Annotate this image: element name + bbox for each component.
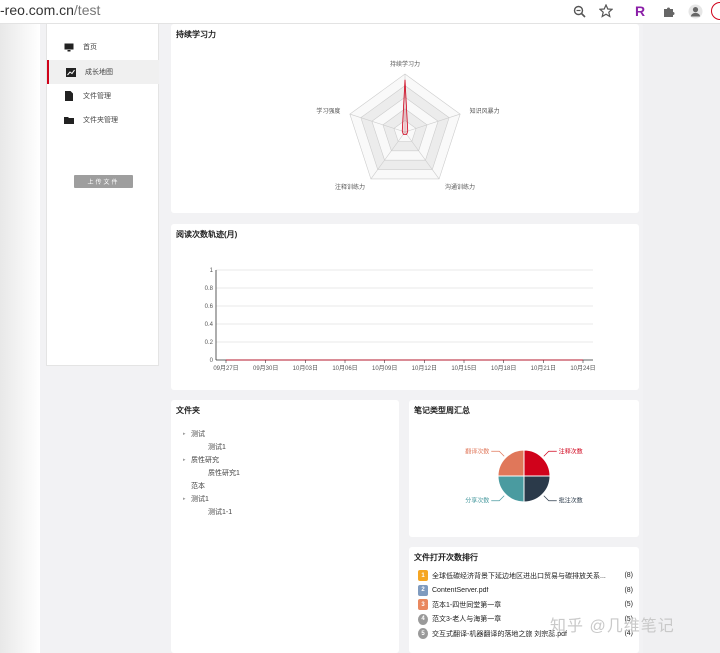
open-count: (5)	[624, 601, 633, 608]
folder-icon	[64, 116, 74, 125]
expand-caret-icon[interactable]: ▸	[183, 457, 191, 463]
sidebar-item-folder-management[interactable]: 文件夹管理	[47, 108, 159, 132]
x-tick-label: 09月27日	[213, 365, 238, 372]
ranking-row[interactable]: 2 ContentServer.pdf (8)	[418, 583, 633, 598]
expand-caret-icon[interactable]: ▸	[183, 496, 191, 502]
folder-label: 测试1-1	[208, 509, 233, 516]
x-tick-label: 10月15日	[451, 365, 476, 372]
extension-r-icon[interactable]: R	[631, 2, 649, 20]
page-shadow	[0, 24, 40, 653]
radar-axis-label: 知识风暴力	[470, 107, 500, 115]
sidebar-item-label: 首页	[83, 44, 97, 51]
ranking-row[interactable]: 1 全球低碳经济背景下延边地区进出口贸易与碳排放关系... (8)	[418, 568, 633, 583]
pie-slice-label: 注释次数	[559, 447, 583, 455]
card-title: 文件打开次数排行	[414, 553, 478, 562]
browser-toolbar: -reo.com.cn/test R	[0, 0, 720, 24]
pie-slice-label: 批注次数	[559, 497, 583, 505]
x-tick-label: 10月21日	[531, 365, 556, 372]
rank-badge-icon: 5	[418, 628, 428, 639]
pie-leader-line	[543, 450, 557, 457]
learning-radar-card: 持续学习力 持续学习力知识风暴力沟通训练力 注释训练力 学习强度	[171, 24, 639, 213]
document-icon	[64, 91, 74, 101]
rank-badge-icon: 2	[418, 584, 428, 596]
sidebar-item-home[interactable]: 首页	[47, 35, 159, 59]
sidebar-item-file-management[interactable]: 文件管理	[47, 84, 159, 108]
x-tick-label: 10月03日	[293, 365, 318, 372]
menu-button[interactable]	[711, 2, 720, 20]
file-name[interactable]: 全球低碳经济背景下延边地区进出口贸易与碳排放关系...	[432, 571, 619, 581]
folder-tree-item[interactable]: ▸ 测试	[183, 429, 205, 439]
folder-label: 质性研究	[191, 457, 219, 464]
sidebar: 首页 成长地图 文件管理 文件夹管理 上传文件	[46, 24, 159, 366]
chart-icon	[66, 67, 76, 77]
folder-tree-item[interactable]: 测试1-1	[200, 507, 232, 517]
sidebar-item-growth-map[interactable]: 成长地图	[47, 60, 159, 84]
ranking-row[interactable]: 3 范本1-四世同堂第一章 (5)	[418, 597, 633, 612]
address-bar[interactable]: -reo.com.cn/test	[0, 2, 100, 18]
folder-tree-item[interactable]: ▸ 测试1	[183, 494, 209, 504]
radar-chart: 持续学习力知识风暴力沟通训练力 注释训练力 学习强度	[316, 60, 500, 191]
upload-file-button[interactable]: 上传文件	[74, 175, 133, 188]
watermark: 知乎 @几维笔记	[550, 618, 675, 635]
expand-caret-icon[interactable]: ▸	[183, 431, 191, 437]
y-tick-label: 0.8	[205, 286, 214, 292]
open-count: (8)	[624, 586, 633, 594]
x-tick-label: 10月06日	[332, 365, 357, 372]
y-tick-label: 0	[210, 358, 214, 364]
y-tick-label: 0.6	[205, 304, 214, 310]
rank-badge-icon: 3	[418, 599, 428, 610]
open-count: (8)	[624, 572, 633, 579]
monitor-icon	[64, 43, 74, 52]
pie-chart: 注释次数批注次数 分享次数 翻译次数	[465, 447, 583, 505]
file-ranking-card: 文件打开次数排行 1 全球低碳经济背景下延边地区进出口贸易与碳排放关系... (8)…	[409, 547, 639, 653]
folder-label: 测试	[191, 431, 205, 438]
folder-tree-item[interactable]: ▸ 质性研究	[183, 455, 219, 465]
folder-label: 测试1	[191, 496, 209, 503]
x-tick-label: 09月30日	[253, 365, 278, 372]
card-title: 文件夹	[176, 406, 200, 415]
folder-label: 测试1	[208, 444, 226, 451]
file-name[interactable]: ContentServer.pdf	[432, 587, 619, 594]
x-tick-label: 10月24日	[570, 365, 595, 372]
pie-slice-label: 分享次数	[465, 497, 489, 505]
zoom-icon[interactable]	[570, 2, 588, 20]
folder-tree-item[interactable]: 测试1	[200, 442, 226, 452]
pie-leader-line	[543, 495, 557, 502]
pie-slice-label: 翻译次数	[465, 447, 489, 455]
reading-trend-card: 阅读次数轨迹(月) 0 0.2 0.4 0.6 0.8 1 09月27日 09月30日 10月0…	[171, 224, 639, 390]
line-chart: 0 0.2 0.4 0.6 0.8 1 09月27日 09月30日 10月03日 10月06日 10…	[205, 268, 596, 372]
pie-leader-line	[491, 450, 505, 457]
notes-summary-card: 笔记类型周汇总 注释次数 批注次数 分享次数 翻译次数	[409, 400, 639, 537]
radar-axis-label: 注释训练力	[335, 183, 365, 191]
url-path: /test	[73, 2, 101, 18]
radar-axis-label: 学习强度	[316, 107, 340, 115]
file-name[interactable]: 范本1-四世同堂第一章	[432, 600, 619, 610]
folder-tree-item[interactable]: 范本	[183, 481, 205, 491]
folder-label: 质性研究1	[208, 470, 240, 477]
folder-label: 范本	[191, 483, 205, 490]
y-tick-label: 0.2	[205, 340, 214, 346]
rank-badge-icon: 1	[418, 570, 428, 581]
folder-card: 文件夹 ▸ 测试 测试1 ▸ 质性研究 质性研究1 范本 ▸ 测试1 测试1-1	[171, 400, 399, 653]
x-tick-label: 10月09日	[372, 365, 397, 372]
sidebar-item-label: 文件夹管理	[83, 117, 118, 124]
sidebar-item-label: 文件管理	[83, 93, 111, 100]
url-domain: -reo.com.cn	[0, 2, 74, 18]
sidebar-item-label: 成长地图	[85, 69, 113, 76]
radar-axis-label: 沟通训练力	[445, 183, 475, 191]
bookmark-star-icon[interactable]	[597, 2, 615, 20]
rank-badge-icon: 4	[418, 613, 428, 625]
x-tick-label: 10月12日	[412, 365, 437, 372]
y-tick-label: 1	[210, 268, 214, 274]
pie-leader-line	[491, 495, 505, 502]
radar-axis-label: 持续学习力	[390, 60, 420, 68]
y-tick-label: 0.4	[205, 322, 214, 328]
profile-avatar-icon[interactable]	[686, 2, 704, 20]
folder-tree-item[interactable]: 质性研究1	[200, 468, 240, 478]
x-tick-label: 10月18日	[491, 365, 516, 372]
extensions-puzzle-icon[interactable]	[659, 2, 677, 20]
